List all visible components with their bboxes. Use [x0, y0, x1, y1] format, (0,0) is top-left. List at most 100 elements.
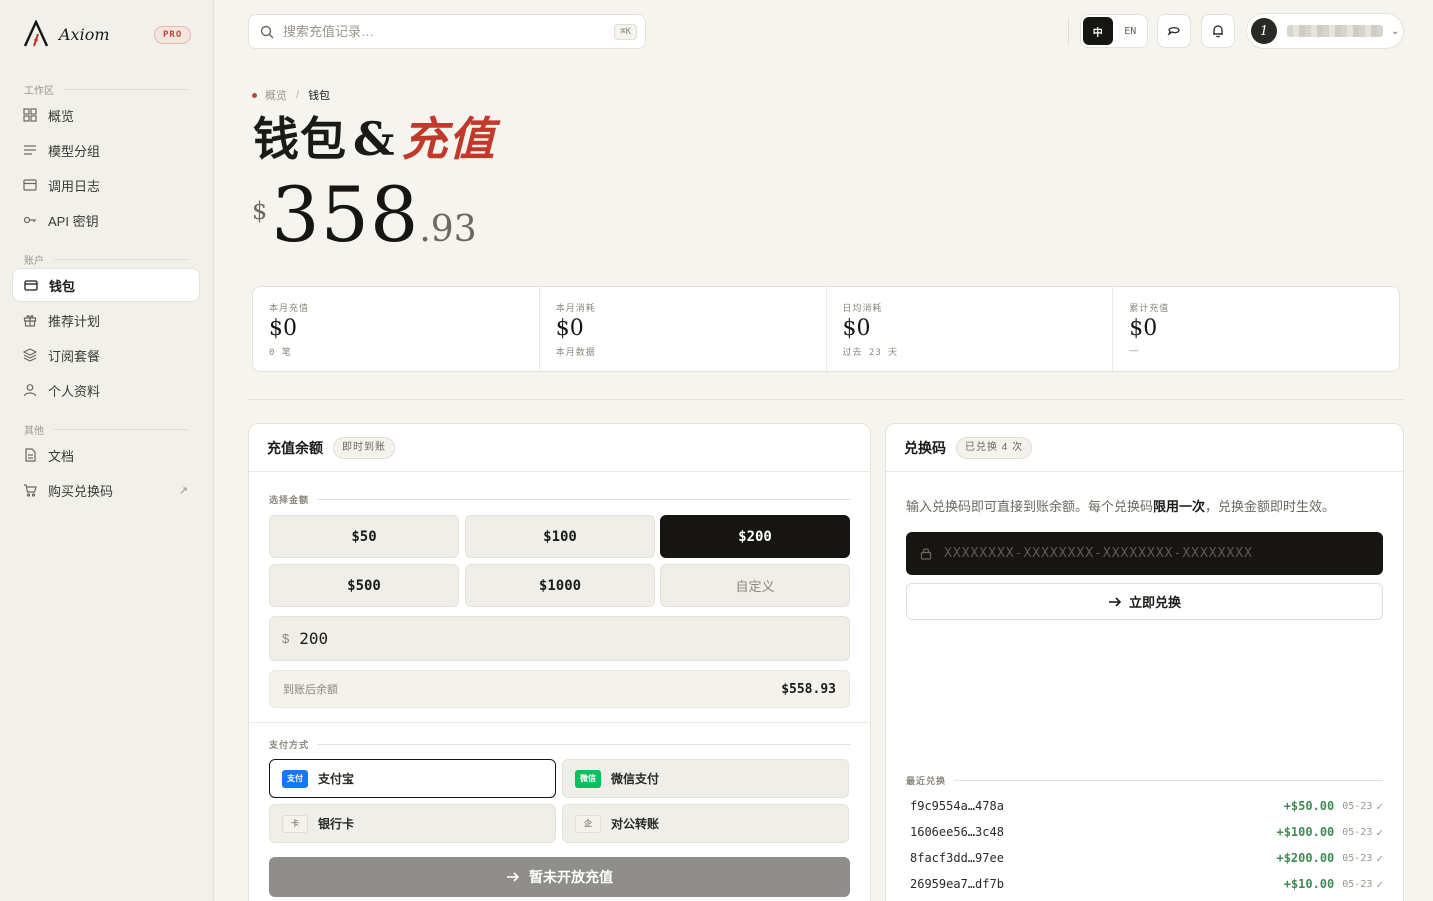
- amount-option-200[interactable]: $200: [660, 515, 850, 558]
- amount-option-custom[interactable]: 自定义: [660, 564, 850, 607]
- sidebar-item-label: 钱包: [49, 278, 76, 294]
- redeem-date: 05-23: [1342, 826, 1373, 838]
- sidebar-item-subscriptions[interactable]: 订阅套餐: [12, 338, 200, 372]
- stat-value: $0: [269, 316, 297, 341]
- list-icon: [23, 143, 37, 157]
- gift-icon: [23, 313, 37, 327]
- search-input[interactable]: [283, 24, 583, 39]
- axiom-logo-icon: [23, 20, 49, 47]
- sidebar-item-label: 推荐计划: [48, 313, 101, 329]
- user-icon: [23, 383, 37, 397]
- amount-option-100[interactable]: $100: [465, 515, 655, 558]
- avatar: 1: [1251, 18, 1277, 44]
- external-link-icon: ↗: [178, 484, 188, 497]
- sidebar-item-wallet[interactable]: 钱包: [12, 268, 200, 302]
- pay-option-alipay[interactable]: 支付 支付宝: [269, 759, 556, 798]
- payment-section-label: 支付方式: [269, 738, 851, 751]
- theme-toggle-button[interactable]: [1157, 14, 1191, 48]
- title-accent: 充值: [401, 112, 496, 166]
- balance-currency: $: [252, 197, 268, 225]
- stat-label: 本月消耗: [555, 303, 596, 313]
- brand-name: Axiom: [59, 24, 110, 44]
- feedback-icon: [1167, 27, 1180, 36]
- nav-section-workspace: 工作区: [24, 82, 188, 97]
- lang-zh-button[interactable]: 中: [1083, 17, 1113, 45]
- list-item: 1606ee56…3c48 +$100.00 05-23 ✓: [910, 822, 1383, 842]
- sidebar-item-overview[interactable]: 概览: [12, 98, 200, 132]
- key-icon: [23, 213, 37, 227]
- amount-option-1000[interactable]: $1000: [465, 564, 655, 607]
- instant-tag: 即时到账: [333, 436, 395, 459]
- amount-option-50[interactable]: $50: [269, 515, 459, 558]
- sidebar-item-label: 订阅套餐: [48, 348, 101, 364]
- log-icon: [23, 178, 37, 192]
- wallet-icon: [24, 278, 38, 292]
- sidebar-item-label: 购买兑换码: [48, 483, 114, 499]
- recharge-panel: 充值余额 即时到账 选择金额 $50 $100 $200 $500 $1000 …: [248, 423, 871, 901]
- sidebar-item-docs[interactable]: 文档: [12, 438, 200, 472]
- list-item: 8facf3dd…97ee +$200.00 05-23 ✓: [910, 848, 1383, 868]
- sidebar-item-model-groups[interactable]: 模型分组: [12, 133, 200, 167]
- section-label: 账户: [24, 256, 44, 267]
- redeem-code: 8facf3dd…97ee: [910, 851, 1004, 865]
- panel-title: 兑换码: [904, 439, 946, 456]
- bank-card-icon: 卡: [282, 814, 308, 833]
- redeem-date: 05-23: [1342, 878, 1373, 890]
- stat-value: $0: [555, 316, 584, 341]
- alipay-icon: 支付: [282, 769, 308, 788]
- cart-icon: [23, 483, 37, 497]
- sidebar-item-profile[interactable]: 个人资料: [12, 373, 200, 407]
- redeem-amount: +$50.00: [1283, 799, 1335, 813]
- balance-display: $ 358 .93: [252, 170, 477, 259]
- stat-sub: 0 笔: [269, 348, 292, 358]
- grid-icon: [23, 108, 37, 122]
- brand[interactable]: Axiom: [22, 20, 110, 48]
- redeem-date: 05-23: [1342, 852, 1373, 864]
- nav-section-account: 账户: [24, 252, 188, 267]
- section-label: 其他: [24, 426, 44, 437]
- stat-sub: 本月数据: [555, 347, 596, 357]
- submit-label: 暂未开放充值: [529, 869, 613, 885]
- sidebar-item-referral[interactable]: 推荐计划: [12, 303, 200, 337]
- stat-label: 日均消耗: [842, 303, 883, 313]
- sidebar-item-buy-codes[interactable]: 购买兑换码 ↗: [12, 473, 200, 507]
- recharge-submit-button[interactable]: 暂未开放充值: [269, 857, 850, 897]
- redeem-code-input[interactable]: [944, 546, 1364, 561]
- amount-input[interactable]: [299, 629, 800, 648]
- stat-value: $0: [842, 316, 871, 341]
- panel-header: 充值余额 即时到账: [249, 424, 870, 472]
- pay-option-label: 银行卡: [318, 817, 355, 831]
- breadcrumb-parent[interactable]: 概览: [265, 87, 287, 103]
- amount-option-500[interactable]: $500: [269, 564, 459, 607]
- redeem-code-field[interactable]: [906, 532, 1383, 575]
- sidebar-item-label: 个人资料: [48, 383, 101, 399]
- search-box[interactable]: ⌘K: [248, 14, 646, 49]
- lang-en-button[interactable]: EN: [1116, 17, 1146, 45]
- user-menu[interactable]: 1 ⌄: [1246, 13, 1404, 49]
- list-item: f9c9554a…478a +$50.00 05-23 ✓: [910, 796, 1383, 816]
- language-switch[interactable]: 中 EN: [1080, 14, 1148, 48]
- amount-field[interactable]: $: [269, 616, 850, 661]
- panel-title: 充值余额: [267, 439, 323, 456]
- desc-bold: 限用一次: [1153, 499, 1206, 514]
- breadcrumb-current: 钱包: [308, 90, 331, 102]
- pay-option-wechat[interactable]: 微信 微信支付: [562, 759, 849, 798]
- sidebar-item-label: 模型分组: [48, 143, 101, 159]
- desc-text: 输入兑换码即可直接到账余额。每个兑换码: [906, 499, 1154, 514]
- notifications-button[interactable]: [1201, 14, 1235, 48]
- section-label: 支付方式: [269, 740, 310, 750]
- sidebar-item-call-logs[interactable]: 调用日志: [12, 168, 200, 202]
- redeem-amount: +$100.00: [1276, 825, 1335, 839]
- panel-header: 兑换码 已兑换 4 次: [886, 424, 1403, 472]
- redeem-code: 26959ea7…df7b: [910, 877, 1004, 891]
- sidebar-item-api-keys[interactable]: API 密钥: [12, 203, 200, 237]
- redeem-date: 05-23: [1342, 800, 1373, 812]
- pay-option-bank-card[interactable]: 卡 银行卡: [269, 804, 556, 843]
- redeem-code: 1606ee56…3c48: [910, 825, 1004, 839]
- section-label: 选择金额: [269, 495, 310, 505]
- desc-text: ，兑换金额即时生效。: [1205, 499, 1336, 514]
- redeem-button-label: 立即兑换: [1128, 595, 1181, 610]
- pay-option-corporate-transfer[interactable]: 企 对公转账: [562, 804, 849, 843]
- redeem-button[interactable]: 立即兑换: [906, 583, 1383, 620]
- redeem-code: f9c9554a…478a: [910, 799, 1004, 813]
